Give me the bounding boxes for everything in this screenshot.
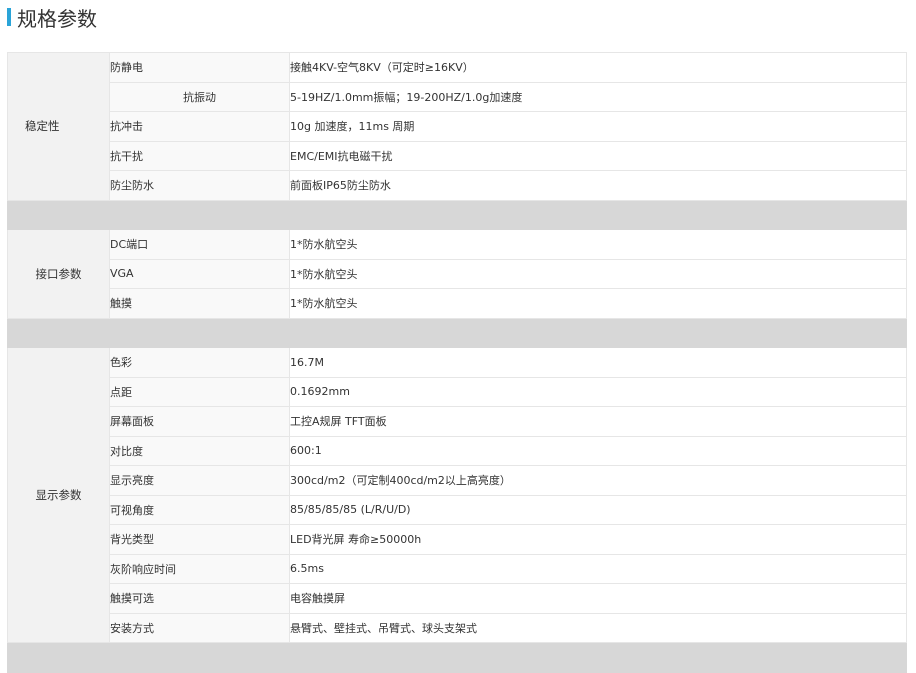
param-name: 背光类型 — [109, 524, 290, 555]
spec-table: 稳定性 防静电 接触4KV-空气8KV（可定时≥16KV） 抗振动 5-19HZ… — [7, 52, 907, 673]
table-row: 稳定性 防静电 接触4KV-空气8KV（可定时≥16KV） — [7, 52, 907, 201]
param-name: 防静电 — [109, 52, 290, 83]
table-row: 灰阶响应时间 6.5ms — [8, 553, 907, 584]
separator-cell — [7, 642, 907, 673]
param-value: 接触4KV-空气8KV（可定时≥16KV） — [289, 52, 907, 83]
param-name: 点距 — [109, 376, 290, 407]
param-name: 屏幕面板 — [109, 406, 290, 437]
table-row: 屏幕面板 工控A规屏 TFT面板 — [8, 406, 907, 437]
param-value: 85/85/85/85 (L/R/U/D) — [289, 494, 907, 525]
group-separator — [7, 199, 907, 230]
param-value: 1*防水航空头 — [289, 288, 907, 319]
param-value: 5-19HZ/1.0mm振幅；19-200HZ/1.0g加速度 — [289, 81, 907, 112]
table-row: 对比度 600:1 — [8, 435, 907, 466]
param-name: 安装方式 — [109, 612, 290, 643]
param-value: 300cd/m2（可定制400cd/m2以上高亮度） — [289, 465, 907, 496]
param-name: 抗振动 — [109, 81, 290, 112]
table-row: 安装方式 悬臂式、壁挂式、吊臂式、球头支架式 — [8, 612, 907, 643]
table-row: 抗干扰 EMC/EMI抗电磁干扰 — [8, 140, 907, 171]
param-name: 可视角度 — [109, 494, 290, 525]
group-separator — [7, 317, 907, 348]
section-header: 规格参数 — [7, 4, 97, 31]
param-name: 触摸 — [109, 288, 290, 319]
table-row: 显示参数 色彩 16.7M — [7, 347, 907, 643]
param-value: 1*防水航空头 — [289, 258, 907, 289]
table-row: 触摸 1*防水航空头 — [8, 288, 907, 319]
separator-cell — [7, 199, 907, 230]
param-value: 0.1692mm — [289, 376, 907, 407]
table-row: 防尘防水 前面板IP65防尘防水 — [8, 170, 907, 201]
table-row: 触摸可选 电容触摸屏 — [8, 583, 907, 614]
param-name: 抗干扰 — [109, 140, 290, 171]
param-name: 触摸可选 — [109, 583, 290, 614]
param-value: 1*防水航空头 — [289, 229, 907, 260]
table-row: 抗冲击 10g 加速度，11ms 周期 — [8, 111, 907, 142]
group-label-display: 显示参数 — [7, 347, 110, 643]
param-name: 灰阶响应时间 — [109, 553, 290, 584]
param-value: EMC/EMI抗电磁干扰 — [289, 140, 907, 171]
table-row: 显示亮度 300cd/m2（可定制400cd/m2以上高亮度） — [8, 465, 907, 496]
param-name: 显示亮度 — [109, 465, 290, 496]
param-value: 前面板IP65防尘防水 — [289, 170, 907, 201]
section-title: 规格参数 — [17, 6, 97, 31]
group-separator — [7, 642, 907, 673]
table-row: VGA 1*防水航空头 — [8, 258, 907, 289]
param-value: 电容触摸屏 — [289, 583, 907, 614]
group-label-stability: 稳定性 — [7, 52, 110, 201]
param-value: LED背光屏 寿命≥50000h — [289, 524, 907, 555]
param-name: 对比度 — [109, 435, 290, 466]
param-value: 工控A规屏 TFT面板 — [289, 406, 907, 437]
table-row: 接口参数 DC端口 1*防水航空头 — [7, 229, 907, 319]
param-value: 6.5ms — [289, 553, 907, 584]
param-value: 600:1 — [289, 435, 907, 466]
param-name: 色彩 — [109, 347, 290, 378]
title-accent-bar — [7, 8, 11, 26]
group-label-interface: 接口参数 — [7, 229, 110, 319]
separator-cell — [7, 317, 907, 348]
param-name: 抗冲击 — [109, 111, 290, 142]
param-value: 10g 加速度，11ms 周期 — [289, 111, 907, 142]
param-name: VGA — [109, 258, 290, 289]
param-name: DC端口 — [109, 229, 290, 260]
param-value: 16.7M — [289, 347, 907, 378]
table-row: 背光类型 LED背光屏 寿命≥50000h — [8, 524, 907, 555]
param-name: 防尘防水 — [109, 170, 290, 201]
table-row: 点距 0.1692mm — [8, 376, 907, 407]
table-row: 抗振动 5-19HZ/1.0mm振幅；19-200HZ/1.0g加速度 — [8, 81, 907, 112]
table-row: 可视角度 85/85/85/85 (L/R/U/D) — [8, 494, 907, 525]
param-value: 悬臂式、壁挂式、吊臂式、球头支架式 — [289, 612, 907, 643]
